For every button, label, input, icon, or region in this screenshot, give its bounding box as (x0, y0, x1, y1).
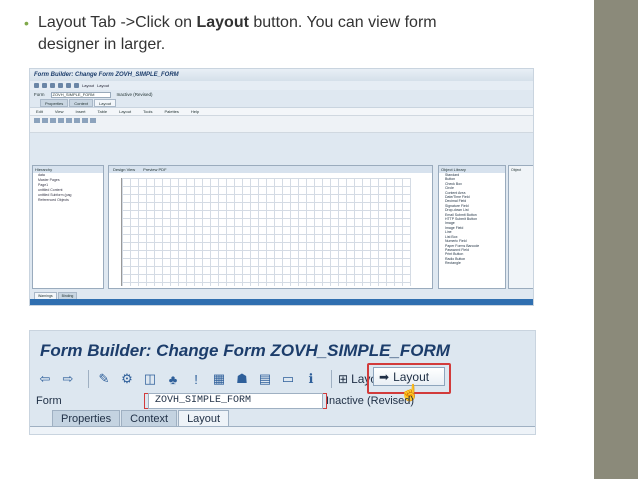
menu-edit[interactable]: Edit (36, 108, 43, 115)
object-library-panel: Object Library Standard Button Check Box… (438, 165, 506, 289)
grid-icon[interactable] (82, 118, 88, 123)
ungroup-icon[interactable] (74, 118, 80, 123)
display-change-icon[interactable]: ✎ (95, 371, 113, 387)
zoom-icon[interactable] (90, 118, 96, 123)
design-view-panel: Design View Preview PDF (108, 165, 433, 289)
tab-preview-pdf[interactable]: Preview PDF (143, 166, 166, 173)
bullet-text-prefix: Layout Tab ->Click on (38, 14, 197, 31)
overview-screenshot: Form Builder: Change Form ZOVH_SIMPLE_FO… (29, 68, 534, 306)
back-arrow-icon[interactable]: ⇦ (36, 371, 54, 387)
zoomed-tab-content (30, 426, 535, 434)
forward-arrow-icon[interactable]: ⇨ (59, 371, 77, 387)
zoomed-screenshot: Form Builder: Change Form ZOVH_SIMPLE_FO… (29, 330, 536, 435)
overview-toolbar-layout[interactable]: Layout (82, 83, 94, 88)
overview-form-status: Inactive (Revised) (116, 92, 153, 97)
zoomed-form-status: Inactive (Revised) (326, 395, 415, 407)
overview-title: Form Builder: Change Form ZOVH_SIMPLE_FO… (30, 69, 533, 81)
tab-properties[interactable]: Properties (52, 410, 121, 427)
overview-tab-context[interactable]: Context (69, 99, 94, 107)
overview-menubar: Edit View Insert Table Layout Tools Pale… (30, 107, 533, 115)
menu-insert[interactable]: Insert (76, 108, 86, 115)
window-icon[interactable]: ▭ (279, 371, 297, 387)
library-item[interactable]: Rectangle (439, 261, 505, 265)
bullet-text-bold: Layout (196, 14, 249, 31)
back-icon[interactable] (34, 83, 39, 88)
layout-tree-icon: ⊞ (338, 372, 349, 386)
check-icon[interactable]: ⚙ (118, 371, 136, 387)
design-canvas[interactable] (121, 178, 411, 286)
bullet-dot-icon: • (24, 15, 29, 31)
activate-icon[interactable]: ◫ (141, 371, 159, 387)
object-panel: Object (508, 165, 533, 289)
overview-form-field[interactable]: ZOVH_SIMPLE_FORM (50, 91, 111, 98)
overview-layout-button[interactable]: Layout (97, 83, 109, 88)
design-tabs: Design View Preview PDF (109, 166, 432, 173)
distribute-icon[interactable] (58, 118, 64, 123)
bullet-text-line2: designer in larger. (38, 36, 166, 53)
overview-tabs: Properties Context Layout (30, 99, 533, 107)
hierarchy-panel: Hierarchy data Master Pages Page1 untitl… (32, 165, 104, 289)
overview-tab-properties[interactable]: Properties (40, 99, 69, 107)
info-icon[interactable] (74, 83, 79, 88)
hierarchy-item[interactable]: Referenced Objects (33, 198, 103, 203)
overview-form-label: Form (34, 92, 45, 97)
overview-form-row: Form ZOVH_SIMPLE_FORM Inactive (Revised) (30, 90, 533, 99)
overview-tab-layout[interactable]: Layout (94, 99, 117, 107)
bullet-text-suffix: button. You can view form (248, 14, 437, 31)
zoomed-tabs: Properties Context Layout (52, 410, 230, 427)
zoomed-toolbar: ⇦ ⇨ ✎ ⚙ ◫ ♣ ! ▦ ☗ ▤ ▭ ℹ ⊞ Layout (30, 365, 535, 393)
menu-layout[interactable]: Layout (119, 108, 131, 115)
check-icon[interactable] (58, 83, 63, 88)
table-icon[interactable]: ▦ (210, 371, 228, 387)
info-icon[interactable]: ℹ (302, 371, 320, 387)
align-left-icon[interactable] (34, 118, 40, 123)
print-icon[interactable]: ▤ (256, 371, 274, 387)
menu-palettes[interactable]: Palettes (164, 108, 178, 115)
toolbar-separator (331, 370, 332, 388)
overview-statusbar (30, 299, 533, 305)
overview-icon-toolbar (30, 115, 533, 133)
menu-tools[interactable]: Tools (143, 108, 152, 115)
hierarchy-icon[interactable]: ☗ (233, 371, 251, 387)
align-center-icon[interactable] (42, 118, 48, 123)
arrow-right-icon: ➡ (379, 369, 390, 384)
toggle-icon[interactable] (50, 83, 55, 88)
tab-layout[interactable]: Layout (178, 410, 230, 427)
activate-icon[interactable] (66, 83, 71, 88)
overview-workspace: Hierarchy data Master Pages Page1 untitl… (30, 165, 533, 305)
toolbar-separator (88, 370, 89, 388)
object-library-title: Object Library (439, 166, 505, 173)
test-icon[interactable]: ♣ (164, 371, 182, 387)
menu-table[interactable]: Table (98, 108, 108, 115)
align-right-icon[interactable] (50, 118, 56, 123)
group-icon[interactable] (66, 118, 72, 123)
forward-icon[interactable] (42, 83, 47, 88)
tab-context[interactable]: Context (121, 410, 178, 427)
menu-view[interactable]: View (55, 108, 64, 115)
tab-design-view[interactable]: Design View (113, 166, 135, 173)
menu-help[interactable]: Help (191, 108, 199, 115)
slide-bullet: • Layout Tab ->Click on Layout button. Y… (24, 12, 558, 56)
layout-button-label: Layout (393, 369, 430, 384)
zoomed-form-field[interactable]: ZOVH_SIMPLE_FORM (148, 393, 323, 409)
zoomed-title: Form Builder: Change Form ZOVH_SIMPLE_FO… (40, 341, 450, 360)
zoomed-form-label: Form (36, 395, 62, 407)
slide-side-panel (594, 0, 638, 479)
hierarchy-title: Hierarchy (33, 166, 103, 173)
hint-icon[interactable]: ! (187, 371, 205, 387)
overview-toolbar: Layout Layout (30, 81, 533, 90)
object-panel-title: Object (511, 168, 522, 172)
